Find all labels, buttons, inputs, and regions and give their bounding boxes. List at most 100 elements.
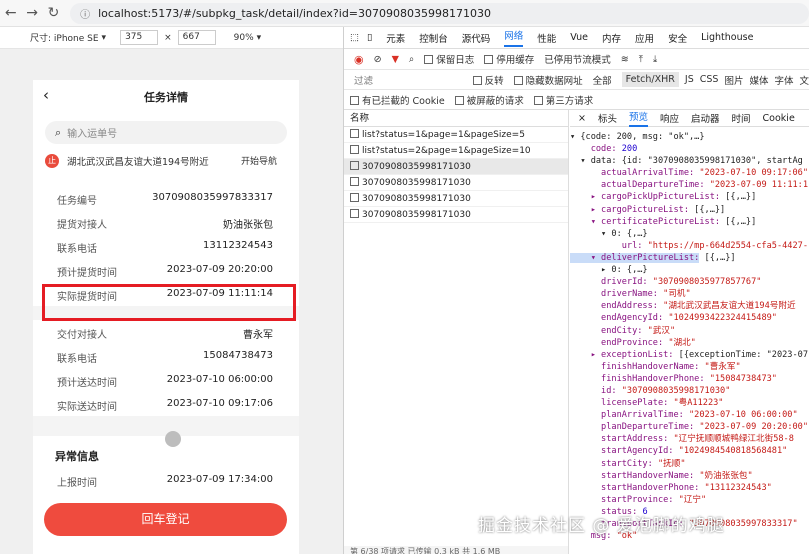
- json-line[interactable]: planArrivalTime: "2023-07-10 06:00:00": [570, 409, 809, 421]
- json-line[interactable]: finishHandoverPhone: "15084738473": [570, 373, 809, 385]
- tab-application[interactable]: 应用: [635, 31, 654, 45]
- json-line[interactable]: endCity: "武汉": [570, 325, 809, 337]
- third-party-checkbox[interactable]: 第三方请求: [533, 93, 593, 107]
- device-size-select[interactable]: 尺寸: iPhone SE: [30, 31, 99, 44]
- tab-elements[interactable]: 元素: [386, 31, 405, 45]
- hide-data-url-checkbox[interactable]: 隐藏数据网址: [513, 73, 583, 87]
- filter-media[interactable]: 媒体: [749, 73, 768, 87]
- tab-memory[interactable]: 内存: [602, 31, 621, 45]
- filter-all[interactable]: 全部: [593, 73, 612, 87]
- json-line[interactable]: actualDepartureTime: "2023-07-09 11:11:1: [570, 179, 809, 191]
- scroll-indicator[interactable]: [165, 431, 181, 447]
- json-line[interactable]: ▾ certificatePictureList: [{,…}]: [570, 216, 809, 228]
- upload-icon[interactable]: ⤒: [639, 54, 643, 65]
- request-row[interactable]: 3070908035998171030: [344, 175, 568, 191]
- tab-console[interactable]: 控制台: [419, 31, 448, 45]
- record-icon[interactable]: ◉: [354, 53, 364, 66]
- back-icon[interactable]: ←: [0, 5, 21, 21]
- json-line[interactable]: startHandoverPhone: "13112324543": [570, 482, 809, 494]
- tab-network[interactable]: 网络: [504, 28, 524, 47]
- json-line[interactable]: ▸ cargoPickUpPictureList: [{,…}]: [570, 191, 809, 203]
- reload-icon[interactable]: ↻: [43, 5, 64, 21]
- json-line[interactable]: startProvince: "辽宁": [570, 494, 809, 506]
- tab-initiator[interactable]: 启动器: [691, 111, 720, 125]
- download-icon[interactable]: ⤓: [653, 54, 657, 65]
- throttle-select[interactable]: 已停用节流模式: [544, 52, 611, 66]
- filter-doc[interactable]: 文: [799, 73, 809, 87]
- json-line[interactable]: endAddress: "湖北武汉武昌友谊大道194号附近: [570, 300, 809, 312]
- blocked-requests-checkbox[interactable]: 被屏蔽的请求: [454, 93, 524, 107]
- row-label: 预计提货时间: [57, 268, 117, 279]
- json-line[interactable]: ▾ data: {id: "3070908035998171030", star…: [570, 155, 809, 167]
- tab-timing[interactable]: 时间: [732, 111, 751, 125]
- tab-performance[interactable]: 性能: [537, 31, 556, 45]
- request-row[interactable]: 3070908035998171030: [344, 207, 568, 223]
- filter-input[interactable]: 过滤: [354, 73, 463, 87]
- json-line[interactable]: ▸ exceptionList: [{exceptionTime: "2023-…: [570, 349, 809, 361]
- filter-font[interactable]: 字体: [774, 73, 793, 87]
- request-row[interactable]: 3070908035998171030: [344, 191, 568, 207]
- json-line[interactable]: driverId: "3070908035977857767": [570, 276, 809, 288]
- wifi-icon[interactable]: ≋: [621, 54, 629, 65]
- json-line[interactable]: startCity: "抚顺": [570, 458, 809, 470]
- row-value: 2023-07-10 09:17:06: [166, 398, 273, 409]
- device-icon[interactable]: ▯: [367, 32, 372, 43]
- request-row[interactable]: 3070908035998171030: [344, 159, 568, 175]
- start-nav-button[interactable]: 开始导航: [241, 154, 277, 167]
- request-row[interactable]: list?status=1&page=1&pageSize=5: [344, 127, 568, 143]
- tab-headers[interactable]: 标头: [598, 111, 617, 125]
- address-bar[interactable]: ⓘ localhost:5173/#/subpkg_task/detail/in…: [70, 2, 809, 24]
- json-line[interactable]: endProvince: "湖北": [570, 337, 809, 349]
- search-icon[interactable]: ⌕: [409, 54, 414, 65]
- json-line[interactable]: ▾ {code: 200, msg: "ok",…}: [570, 131, 809, 143]
- devtools-tabbar: ⬚ ▯ 元素 控制台 源代码 网络 性能 Vue 内存 应用 安全 Lighth…: [344, 27, 809, 49]
- filter-icon[interactable]: ▼: [392, 54, 399, 65]
- disable-cache-checkbox[interactable]: 停用缓存: [484, 52, 534, 66]
- json-line[interactable]: finishHandoverName: "曹永军": [570, 361, 809, 373]
- json-line[interactable]: licensePlate: "粤A11223": [570, 397, 809, 409]
- preserve-log-checkbox[interactable]: 保留日志: [424, 52, 474, 66]
- json-line[interactable]: driverName: "司机": [570, 288, 809, 300]
- json-line[interactable]: url: "https://mp-664d2554-cfa5-4427-: [570, 240, 809, 252]
- clear-icon[interactable]: ⊘: [374, 54, 382, 65]
- json-line[interactable]: ▾ 0: {,…}: [570, 228, 809, 240]
- back-arrow-icon[interactable]: ‹: [43, 86, 49, 104]
- json-line[interactable]: actualArrivalTime: "2023-07-10 09:17:06": [570, 167, 809, 179]
- request-row[interactable]: list?status=2&page=1&pageSize=10: [344, 143, 568, 159]
- zoom-select[interactable]: 90%: [234, 33, 254, 43]
- filter-css[interactable]: CSS: [700, 74, 719, 85]
- request-list: 名称 list?status=1&page=1&pageSize=5 list?…: [344, 110, 569, 554]
- json-line[interactable]: startHandoverName: "奶油张张包": [570, 470, 809, 482]
- waybill-search-input[interactable]: ⌕ 输入运单号: [45, 121, 287, 144]
- json-line[interactable]: startAgencyId: "1024984540818568481": [570, 445, 809, 457]
- tab-response[interactable]: 响应: [660, 111, 679, 125]
- device-width-input[interactable]: 375: [120, 30, 159, 45]
- close-icon[interactable]: ×: [578, 113, 586, 124]
- name-column-header[interactable]: 名称: [344, 110, 568, 127]
- json-line[interactable]: ▸ 0: {,…}: [570, 264, 809, 276]
- json-line[interactable]: code: 200: [570, 143, 809, 155]
- forward-icon[interactable]: →: [21, 5, 42, 21]
- tab-cookies[interactable]: Cookie: [763, 113, 795, 124]
- tab-lighthouse[interactable]: Lighthouse: [701, 32, 753, 43]
- json-line[interactable]: ▸ cargoPictureList: [{,…}]: [570, 204, 809, 216]
- device-height-input[interactable]: 667: [177, 30, 216, 45]
- chevron-down-icon: ▾: [101, 32, 107, 43]
- tab-security[interactable]: 安全: [668, 31, 687, 45]
- tab-preview[interactable]: 预览: [628, 110, 648, 127]
- json-line[interactable]: startAddress: "辽宁抚顺顺城鸭绿江北街58-8: [570, 433, 809, 445]
- filter-img[interactable]: 图片: [724, 73, 743, 87]
- filter-js[interactable]: JS: [685, 74, 694, 85]
- tab-vue[interactable]: Vue: [570, 32, 588, 43]
- filter-fetch[interactable]: Fetch/XHR: [621, 72, 679, 87]
- info-icon[interactable]: ⓘ: [80, 6, 90, 21]
- return-register-button[interactable]: 回车登记: [44, 503, 287, 536]
- json-line[interactable]: ▾ deliverPictureList: [{,…}]: [570, 252, 809, 264]
- inspect-icon[interactable]: ⬚: [350, 32, 359, 43]
- json-line[interactable]: id: "3070908035998171030": [570, 385, 809, 397]
- tab-sources[interactable]: 源代码: [462, 31, 491, 45]
- invert-checkbox[interactable]: 反转: [472, 73, 504, 87]
- blocked-cookies-checkbox[interactable]: 有已拦截的 Cookie: [350, 93, 445, 107]
- json-line[interactable]: planDepartureTime: "2023-07-09 20:20:00": [570, 421, 809, 433]
- json-line[interactable]: endAgencyId: "1024993422324415489": [570, 312, 809, 324]
